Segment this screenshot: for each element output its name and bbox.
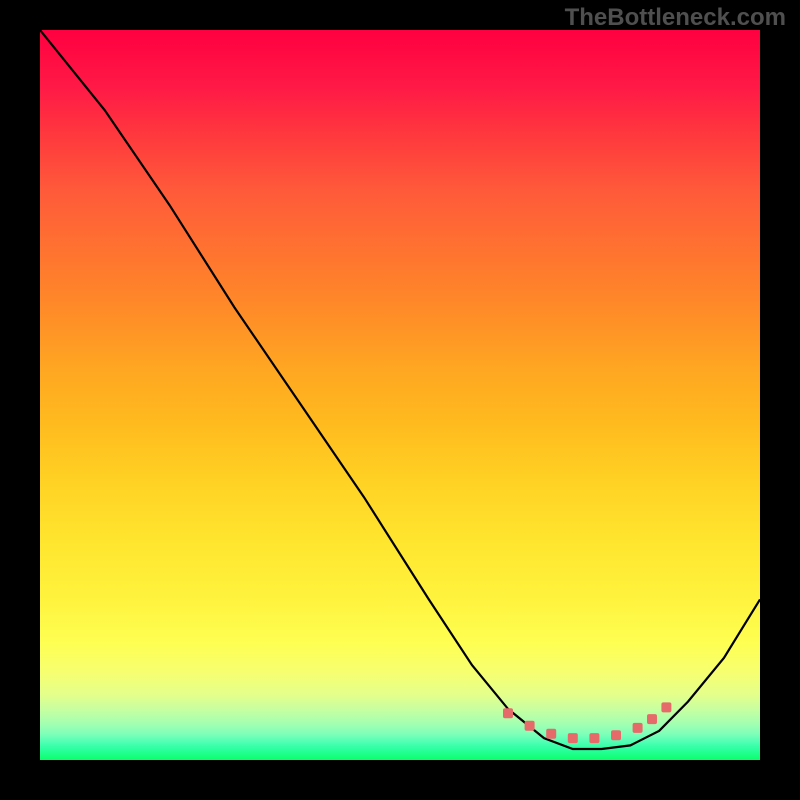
bottleneck-curve-line [40, 30, 760, 749]
marker-point [611, 730, 621, 740]
chart-svg [40, 30, 760, 760]
marker-point [525, 721, 535, 731]
marker-point [661, 702, 671, 712]
marker-point [546, 729, 556, 739]
marker-point [503, 708, 513, 718]
chart-plot-area [40, 30, 760, 760]
marker-point [568, 733, 578, 743]
marker-point [647, 714, 657, 724]
marker-point [633, 723, 643, 733]
marker-point [589, 733, 599, 743]
watermark-text: TheBottleneck.com [565, 4, 786, 32]
